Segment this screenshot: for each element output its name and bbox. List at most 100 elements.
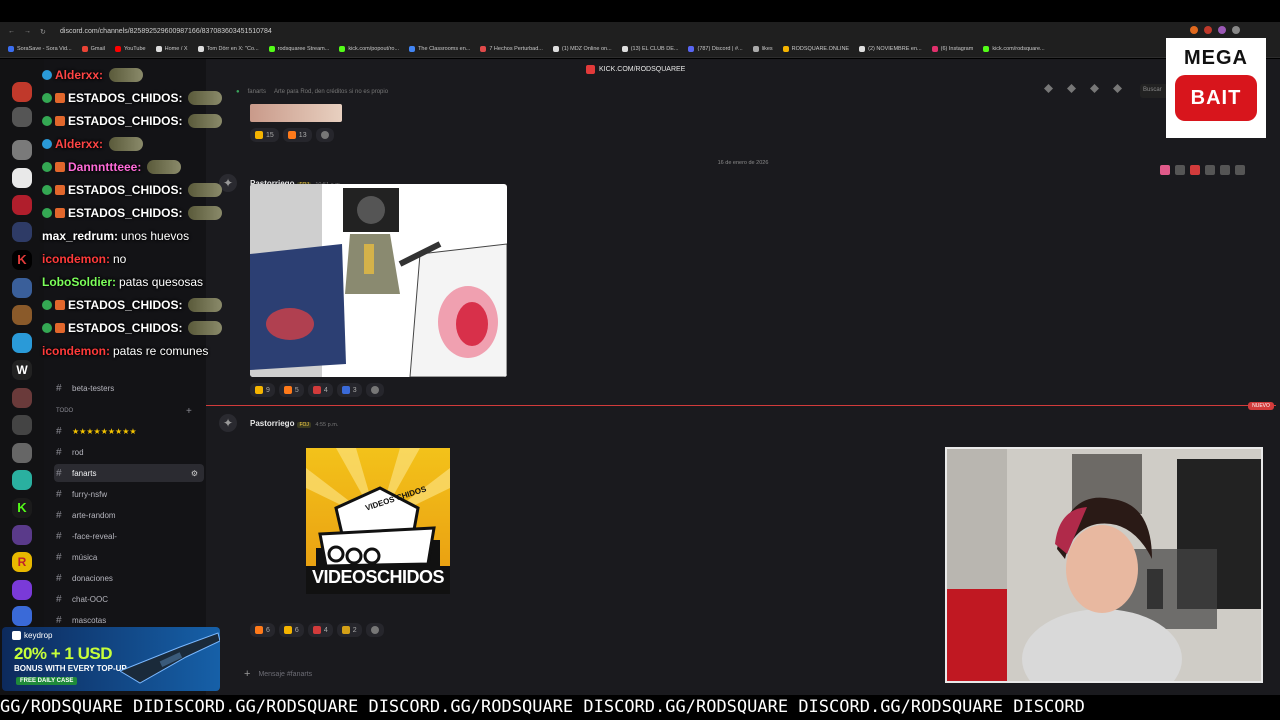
- reaction-quick-icon[interactable]: [1175, 165, 1185, 175]
- bookmark-item[interactable]: YouTube: [115, 46, 146, 52]
- bookmark-item[interactable]: SoraSave - Sora Vid...: [8, 46, 72, 52]
- server-icon[interactable]: [12, 82, 32, 102]
- extension-icons[interactable]: [1190, 26, 1240, 34]
- threads-icon[interactable]: [1044, 84, 1053, 93]
- bookmark-item[interactable]: (6) Instagram: [931, 46, 973, 52]
- more-icon[interactable]: [1235, 165, 1245, 175]
- bookmark-item[interactable]: (13) EL CLUB DE...: [621, 46, 678, 52]
- bookmark-item[interactable]: RODSQUARE.ONLINE: [782, 46, 849, 52]
- mute-icon[interactable]: [1067, 84, 1076, 93]
- message-author[interactable]: Pastorriego: [250, 419, 294, 428]
- bookmark-item[interactable]: Home / X: [155, 46, 188, 52]
- reaction-quick-icon[interactable]: [1160, 165, 1170, 175]
- fanart-image[interactable]: [250, 184, 507, 377]
- bookmark-item[interactable]: rodsquaree Stream...: [268, 46, 329, 52]
- server-icon[interactable]: K: [12, 250, 32, 270]
- server-icon[interactable]: [12, 140, 32, 160]
- server-icon[interactable]: [12, 222, 32, 242]
- server-icon[interactable]: [12, 195, 32, 215]
- extension-icon[interactable]: [1218, 26, 1226, 34]
- reaction[interactable]: 2: [336, 623, 362, 637]
- extension-icon[interactable]: [1204, 26, 1212, 34]
- server-icon[interactable]: [12, 107, 32, 127]
- channel-item-musica[interactable]: # música: [54, 548, 204, 566]
- fire-icon: [287, 131, 296, 139]
- members-icon[interactable]: [1113, 84, 1122, 93]
- message-reactions: 6 6 4 2: [250, 623, 384, 637]
- bookmark-favicon-icon: [339, 46, 346, 52]
- server-icon[interactable]: [12, 443, 32, 463]
- channel-header-name[interactable]: fanarts: [248, 89, 266, 95]
- previous-image[interactable]: [250, 104, 342, 122]
- browser-nav-buttons[interactable]: ← → ↻: [0, 28, 60, 36]
- channel-item-beta-testers[interactable]: # beta-testers: [54, 379, 204, 397]
- channel-item-chat-ooc[interactable]: # chat-OOC: [54, 590, 204, 608]
- settings-gear-icon[interactable]: ⚙: [191, 469, 198, 478]
- bookmark-item[interactable]: (2) NOVIEMBRE en...: [859, 46, 922, 52]
- server-icon[interactable]: [12, 278, 32, 298]
- reply-icon[interactable]: [1205, 165, 1215, 175]
- attach-plus-icon[interactable]: +: [244, 668, 250, 680]
- category-header[interactable]: TODO: [56, 408, 73, 414]
- server-icon[interactable]: [12, 168, 32, 188]
- videoschidos-logo-image[interactable]: VIDEOS CHIDOS VIDEOSCHIDOS: [306, 448, 450, 594]
- reaction[interactable]: 6: [278, 623, 304, 637]
- bookmark-item[interactable]: The Classrooms en...: [409, 46, 470, 52]
- header-toolbar[interactable]: [1044, 84, 1122, 93]
- reaction[interactable]: 4: [307, 623, 333, 637]
- server-icon[interactable]: [12, 415, 32, 435]
- server-icon[interactable]: R: [12, 552, 32, 572]
- server-icon[interactable]: [12, 305, 32, 325]
- bookmark-item[interactable]: kick.com/popout/ro...: [339, 46, 399, 52]
- back-icon[interactable]: ←: [8, 28, 15, 36]
- add-reaction-button[interactable]: [315, 128, 334, 142]
- channel-item-arte-random[interactable]: # arte-random: [54, 506, 204, 524]
- channel-item-rod[interactable]: # rod: [54, 443, 204, 461]
- server-icon[interactable]: [12, 333, 32, 353]
- avatar[interactable]: ✦: [219, 414, 237, 432]
- reaction-quick-icon[interactable]: [1190, 165, 1200, 175]
- message-input[interactable]: + Mensaje #fanarts: [244, 664, 934, 684]
- server-icon[interactable]: W: [12, 360, 32, 380]
- channel-item-fanarts[interactable]: # fanarts ⚙: [54, 464, 204, 482]
- channel-item-furry-nsfw[interactable]: # furry-nsfw: [54, 485, 204, 503]
- reaction[interactable]: 4: [307, 383, 333, 397]
- server-icon[interactable]: [12, 470, 32, 490]
- bookmark-item[interactable]: Tom Dörr en X: "Co...: [197, 46, 259, 52]
- extension-icon[interactable]: [1190, 26, 1198, 34]
- add-reaction-button[interactable]: [365, 623, 384, 637]
- forward-icon[interactable]: →: [24, 28, 31, 36]
- add-channel-icon[interactable]: +: [186, 406, 192, 417]
- add-reaction-button[interactable]: [365, 383, 384, 397]
- reaction[interactable]: 3: [336, 383, 362, 397]
- message-input-placeholder[interactable]: Mensaje #fanarts: [258, 671, 312, 678]
- reload-icon[interactable]: ↻: [40, 28, 46, 36]
- reaction[interactable]: 9: [250, 383, 275, 397]
- channel-item-face-reveal[interactable]: # -face-reveal-: [54, 527, 204, 545]
- message-toolbar[interactable]: [1160, 165, 1245, 175]
- reaction[interactable]: 6: [250, 623, 275, 637]
- bookmark-favicon-icon: [409, 46, 416, 52]
- extension-icon[interactable]: [1232, 26, 1240, 34]
- server-icon[interactable]: [12, 580, 32, 600]
- server-icon[interactable]: [12, 525, 32, 545]
- server-icon[interactable]: K: [12, 498, 32, 518]
- bookmark-item[interactable]: Gmail: [81, 46, 105, 52]
- channel-item-donaciones[interactable]: # donaciones: [54, 569, 204, 587]
- chat-emote-icon: [188, 114, 223, 128]
- server-icon[interactable]: [12, 606, 32, 626]
- bookmark-item[interactable]: likes: [752, 46, 773, 52]
- browser-address-bar[interactable]: ← → ↻ discord.com/channels/825892529600987…: [0, 22, 1280, 41]
- forward-icon[interactable]: [1220, 165, 1230, 175]
- channel-item-stars[interactable]: # ★★★★★★★★★: [54, 422, 204, 440]
- reaction[interactable]: 5: [278, 383, 304, 397]
- reaction[interactable]: 15: [250, 128, 279, 142]
- pin-icon[interactable]: [1090, 84, 1099, 93]
- server-icon[interactable]: [12, 388, 32, 408]
- bookmark-item[interactable]: (787) Discord | #...: [688, 46, 743, 52]
- reaction[interactable]: 13: [282, 128, 312, 142]
- bookmark-item[interactable]: 7 Hechos Perturbad...: [480, 46, 543, 52]
- bookmark-item[interactable]: (1) MDZ Online on...: [552, 46, 612, 52]
- url-text[interactable]: discord.com/channels/825892529600987166/…: [60, 28, 1280, 35]
- bookmark-item[interactable]: kick.com/rodsquare...: [983, 46, 1045, 52]
